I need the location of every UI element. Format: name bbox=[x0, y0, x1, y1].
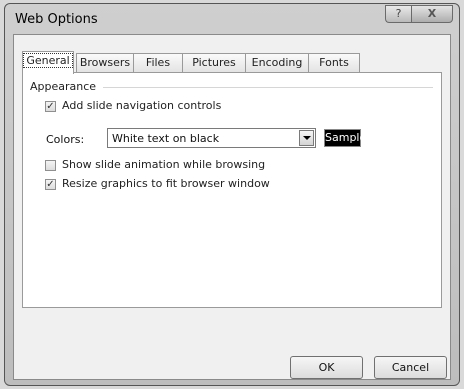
animation-checkbox[interactable] bbox=[45, 160, 56, 171]
general-tab-panel: Appearance ✓ Add slide navigation contro… bbox=[22, 72, 442, 308]
nav-controls-checkbox[interactable]: ✓ bbox=[45, 101, 56, 112]
tab-pictures[interactable]: Pictures bbox=[182, 53, 246, 73]
checkmark-icon: ✓ bbox=[46, 179, 55, 190]
tab-fonts[interactable]: Fonts bbox=[308, 53, 360, 73]
tab-browsers[interactable]: Browsers bbox=[76, 53, 134, 73]
close-icon: X bbox=[427, 7, 437, 20]
dialog-title: Web Options bbox=[15, 12, 98, 27]
checkmark-icon: ✓ bbox=[46, 101, 55, 112]
title-bar: Web Options ? X bbox=[5, 4, 459, 34]
nav-controls-label[interactable]: Add slide navigation controls bbox=[62, 99, 221, 112]
resize-graphics-label[interactable]: Resize graphics to fit browser window bbox=[62, 177, 270, 190]
tab-encoding[interactable]: Encoding bbox=[245, 53, 309, 73]
tab-general-label: General bbox=[23, 53, 73, 68]
ok-button[interactable]: OK bbox=[290, 356, 363, 379]
resize-graphics-checkbox[interactable]: ✓ bbox=[45, 179, 56, 190]
tab-browsers-label: Browsers bbox=[79, 56, 131, 69]
colors-selected-value: White text on black bbox=[112, 132, 220, 145]
dialog-body: General Browsers Files Pictures Encoding… bbox=[13, 34, 451, 380]
colors-dropdown[interactable]: White text on black bbox=[107, 128, 316, 148]
tab-fonts-label: Fonts bbox=[319, 56, 349, 69]
chevron-down-icon[interactable] bbox=[299, 130, 314, 146]
help-button[interactable]: ? bbox=[385, 5, 411, 23]
web-options-dialog: Web Options ? X General Browsers Files P… bbox=[4, 3, 460, 386]
appearance-group-label: Appearance bbox=[30, 80, 97, 93]
cancel-button[interactable]: Cancel bbox=[374, 356, 447, 379]
color-sample-preview: Sample bbox=[324, 129, 366, 147]
close-button[interactable]: X bbox=[411, 5, 453, 23]
tab-files-label: Files bbox=[145, 56, 171, 69]
animation-label[interactable]: Show slide animation while browsing bbox=[62, 158, 265, 171]
colors-label: Colors: bbox=[46, 133, 85, 146]
tab-encoding-label: Encoding bbox=[251, 56, 303, 69]
tab-pictures-label: Pictures bbox=[192, 56, 236, 69]
group-divider bbox=[103, 87, 433, 88]
help-icon: ? bbox=[395, 7, 402, 20]
tab-files[interactable]: Files bbox=[133, 53, 183, 73]
tab-general[interactable]: General bbox=[22, 51, 74, 74]
